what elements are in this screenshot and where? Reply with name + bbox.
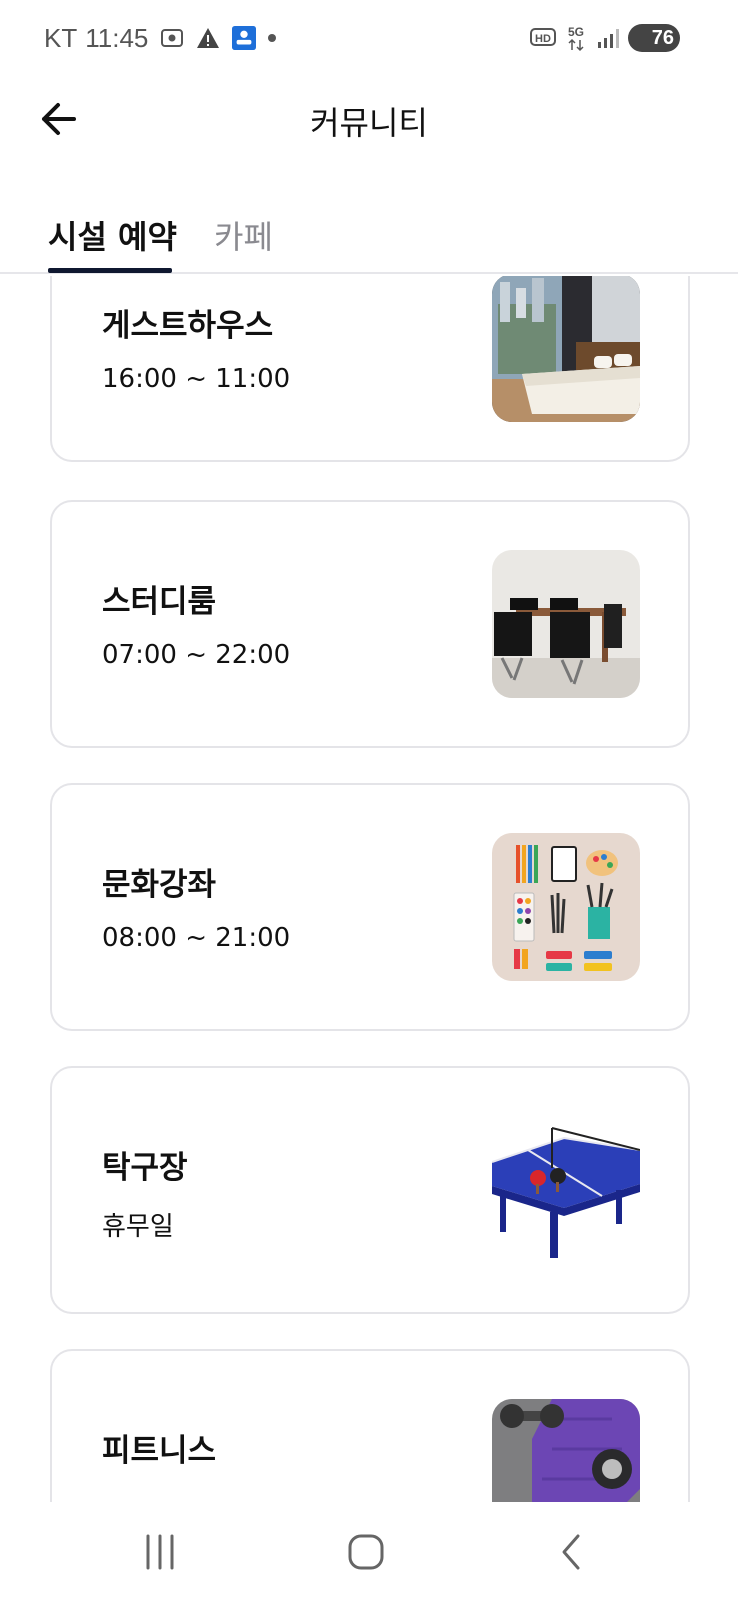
facility-hours: 휴무일 xyxy=(102,1212,174,1242)
svg-text:5G: 5G xyxy=(568,25,584,39)
status-right: HD 5G 76 xyxy=(530,20,680,56)
signal-icon xyxy=(596,26,620,50)
facility-hours: 16:00 ~ 11:00 xyxy=(102,364,291,394)
clock: 11:45 xyxy=(85,22,149,53)
facility-card-study-room[interactable]: 스터디룸 07:00 ~ 22:00 xyxy=(50,500,690,748)
svg-text:HD: HD xyxy=(535,33,551,45)
tab-facility-booking[interactable]: 시설 예약 xyxy=(48,212,177,258)
facility-name: 탁구장 xyxy=(102,1150,188,1186)
facility-card-culture-class[interactable]: 문화강좌 08:00 ~ 21:00 xyxy=(50,783,690,1031)
facility-list[interactable]: 게스트하우스 16:00 ~ 11:00 스터디룸 07:00 ~ 22:00 … xyxy=(0,276,738,1502)
ping-pong-table-image xyxy=(492,1116,640,1264)
status-left: KT 11:45 xyxy=(44,20,277,56)
tab-cafe[interactable]: 카페 xyxy=(214,212,273,258)
app-header: 커뮤니티 xyxy=(0,76,738,166)
bedroom-image xyxy=(492,276,640,422)
meeting-room-image xyxy=(492,550,640,698)
recent-apps-icon xyxy=(146,1534,174,1570)
back-icon xyxy=(562,1534,580,1570)
facility-name: 문화강좌 xyxy=(102,867,217,903)
facility-name: 피트니스 xyxy=(102,1433,217,1469)
warning-icon xyxy=(196,26,220,50)
app-notification-icon xyxy=(232,26,257,50)
more-notifications-dot xyxy=(268,34,277,42)
home-button[interactable] xyxy=(336,1524,396,1580)
facility-hours: 08:00 ~ 21:00 xyxy=(102,923,291,953)
facility-card-fitness[interactable]: 피트니스 xyxy=(50,1349,690,1502)
gym-equipment-image xyxy=(492,1399,640,1502)
recent-apps-button[interactable] xyxy=(130,1524,190,1580)
facility-name: 스터디룸 xyxy=(102,584,217,620)
screenshot-icon xyxy=(160,26,184,50)
system-nav-bar xyxy=(0,1502,738,1600)
tab-bar: 시설 예약 카페 xyxy=(0,196,738,274)
hd-voice-icon: HD xyxy=(530,26,556,50)
system-back-button[interactable] xyxy=(542,1524,602,1580)
home-icon xyxy=(348,1534,384,1570)
status-bar: KT 11:45 HD 5G 76 xyxy=(0,0,738,76)
carrier-label: KT xyxy=(44,22,78,53)
page-title: 커뮤니티 xyxy=(310,104,428,142)
battery-level: 76 xyxy=(651,26,674,49)
active-tab-indicator xyxy=(48,268,172,273)
battery-indicator: 76 xyxy=(628,24,680,52)
facility-card-guesthouse[interactable]: 게스트하우스 16:00 ~ 11:00 xyxy=(50,276,690,462)
facility-hours: 07:00 ~ 22:00 xyxy=(102,640,291,670)
network-5g-icon: 5G xyxy=(564,25,588,52)
art-supplies-image xyxy=(492,833,640,981)
facility-name: 게스트하우스 xyxy=(102,308,274,344)
facility-card-ping-pong[interactable]: 탁구장 휴무일 xyxy=(50,1066,690,1314)
